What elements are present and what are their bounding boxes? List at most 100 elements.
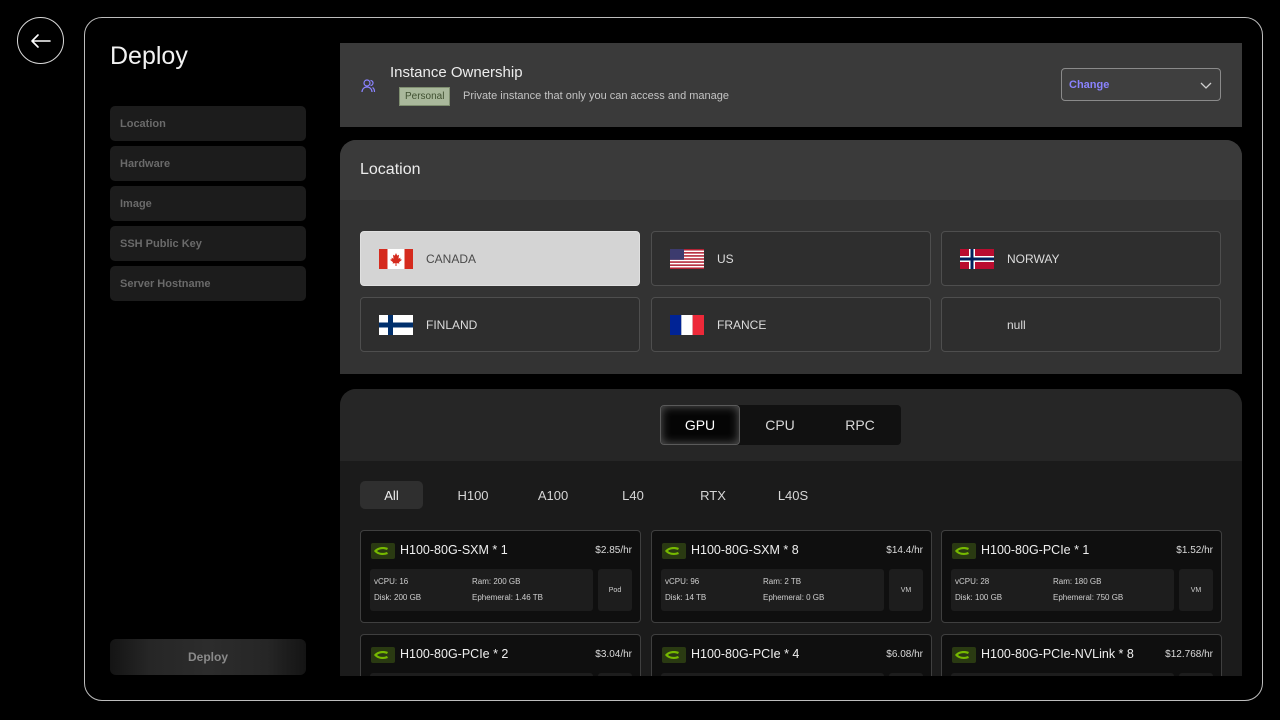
spec-ram: Ram: 200 GB	[472, 577, 521, 586]
hardware-type-bar: GPU CPU RPC	[340, 389, 1242, 461]
gpu-specs	[661, 673, 884, 676]
instance-type-badge	[889, 673, 923, 676]
change-label: Change	[1069, 78, 1110, 91]
gpu-card[interactable]: H100-80G-SXM * 8 $14.4/hr vCPU: 96 Ram: …	[651, 530, 932, 623]
gpu-specs	[370, 673, 593, 676]
gpu-name: H100-80G-PCIe * 4	[691, 647, 800, 661]
users-icon	[361, 79, 376, 93]
gpu-price: $14.4/hr	[886, 545, 923, 556]
tab-cpu[interactable]: CPU	[740, 405, 820, 445]
gpu-specs: vCPU: 16 Ram: 200 GB Disk: 200 GB Epheme…	[370, 569, 593, 611]
gpu-price: $3.04/hr	[595, 649, 632, 660]
sidebar-item-ssh-public-key[interactable]: SSH Public Key	[110, 226, 306, 261]
spec-vcpu: vCPU: 16	[374, 577, 409, 586]
nvidia-icon	[371, 647, 395, 663]
gpu-card[interactable]: H100-80G-PCIe * 4 $6.08/hr	[651, 634, 932, 676]
hardware-type-tabs: GPU CPU RPC	[660, 405, 901, 445]
gpu-price: $2.85/hr	[595, 545, 632, 556]
location-name: FINLAND	[426, 317, 478, 332]
spec-ephemeral: Ephemeral: 0 GB	[763, 593, 825, 602]
spec-disk: Disk: 100 GB	[955, 593, 1003, 602]
location-name: NORWAY	[1007, 251, 1060, 266]
gpu-specs: vCPU: 96 Ram: 2 TB Disk: 14 TB Ephemeral…	[661, 569, 884, 611]
gpu-card[interactable]: H100-80G-PCIe-NVLink * 8 $12.768/hr	[941, 634, 1222, 676]
location-title: Location	[340, 140, 1242, 200]
canada-flag-icon	[379, 249, 413, 269]
instance-type-badge: VM	[889, 569, 923, 611]
location-section: Location CANADA US NORWAY FINLAND FRANCE…	[340, 140, 1242, 374]
nvidia-icon	[952, 647, 976, 663]
location-name: FRANCE	[717, 317, 767, 332]
spec-ram: Ram: 2 TB	[763, 577, 802, 586]
norway-flag-icon	[960, 249, 994, 269]
spec-disk: Disk: 200 GB	[374, 593, 422, 602]
gpu-price: $12.768/hr	[1165, 649, 1213, 660]
instance-ownership-section: Instance Ownership Personal Private inst…	[340, 43, 1242, 127]
personal-badge: Personal	[399, 87, 451, 106]
deploy-panel: Deploy Location Hardware Image SSH Publi…	[84, 17, 1263, 701]
chevron-down-icon	[1200, 82, 1212, 89]
filter-rtx[interactable]: RTX	[673, 481, 753, 509]
spec-ephemeral: Ephemeral: 1.46 TB	[472, 593, 544, 602]
gpu-name: H100-80G-PCIe-NVLink * 8	[981, 647, 1134, 661]
location-option-null[interactable]: null	[941, 297, 1221, 352]
location-name: null	[1007, 317, 1026, 332]
location-name: US	[717, 251, 734, 266]
arrow-left-icon	[30, 33, 51, 48]
nvidia-icon	[952, 543, 976, 559]
sidebar-item-server-hostname[interactable]: Server Hostname	[110, 266, 306, 301]
instance-type-badge	[598, 673, 632, 676]
main-content: Instance Ownership Personal Private inst…	[340, 43, 1242, 676]
gpu-filter-tabs: All H100 A100 L40 RTX L40S	[360, 481, 833, 509]
spec-vcpu: vCPU: 28	[955, 577, 990, 586]
ownership-description: Private instance that only you can acces…	[463, 90, 729, 102]
gpu-name: H100-80G-SXM * 8	[691, 543, 799, 557]
us-flag-icon	[670, 249, 704, 269]
filter-h100[interactable]: H100	[433, 481, 513, 509]
sidebar-item-location[interactable]: Location	[110, 106, 306, 141]
filter-a100[interactable]: A100	[513, 481, 593, 509]
nvidia-icon	[371, 543, 395, 559]
gpu-name: H100-80G-SXM * 1	[400, 543, 508, 557]
sidebar-item-image[interactable]: Image	[110, 186, 306, 221]
spec-vcpu: vCPU: 96	[665, 577, 700, 586]
gpu-name: H100-80G-PCIe * 2	[400, 647, 509, 661]
finland-flag-icon	[379, 315, 413, 335]
instance-type-badge: VM	[1179, 569, 1213, 611]
sidebar-nav: Location Hardware Image SSH Public Key S…	[110, 106, 306, 306]
location-option-us[interactable]: US	[651, 231, 931, 286]
location-option-finland[interactable]: FINLAND	[360, 297, 640, 352]
gpu-specs	[951, 673, 1174, 676]
spec-disk: Disk: 14 TB	[665, 593, 707, 602]
location-option-france[interactable]: FRANCE	[651, 297, 931, 352]
location-option-norway[interactable]: NORWAY	[941, 231, 1221, 286]
nvidia-icon	[662, 543, 686, 559]
ownership-change-select[interactable]: Change	[1061, 68, 1221, 101]
filter-all[interactable]: All	[360, 481, 423, 509]
spec-ram: Ram: 180 GB	[1053, 577, 1102, 586]
hardware-section: GPU CPU RPC All H100 A100 L40 RTX L40S H…	[340, 389, 1242, 676]
filter-l40[interactable]: L40	[593, 481, 673, 509]
gpu-card[interactable]: H100-80G-SXM * 1 $2.85/hr vCPU: 16 Ram: …	[360, 530, 641, 623]
france-flag-icon	[670, 315, 704, 335]
instance-type-badge: Pod	[598, 569, 632, 611]
sidebar-item-hardware[interactable]: Hardware	[110, 146, 306, 181]
location-option-canada[interactable]: CANADA	[360, 231, 640, 286]
instance-type-badge	[1179, 673, 1213, 676]
spec-ephemeral: Ephemeral: 750 GB	[1053, 593, 1124, 602]
gpu-specs: vCPU: 28 Ram: 180 GB Disk: 100 GB Epheme…	[951, 569, 1174, 611]
gpu-price: $1.52/hr	[1176, 545, 1213, 556]
location-name: CANADA	[426, 251, 477, 266]
tab-gpu[interactable]: GPU	[660, 405, 740, 445]
ownership-title: Instance Ownership	[390, 64, 523, 81]
gpu-name: H100-80G-PCIe * 1	[981, 543, 1090, 557]
gpu-card[interactable]: H100-80G-PCIe * 2 $3.04/hr	[360, 634, 641, 676]
back-button[interactable]	[17, 17, 64, 64]
gpu-price: $6.08/hr	[886, 649, 923, 660]
gpu-card[interactable]: H100-80G-PCIe * 1 $1.52/hr vCPU: 28 Ram:…	[941, 530, 1222, 623]
page-title: Deploy	[110, 42, 188, 70]
tab-rpc[interactable]: RPC	[820, 405, 900, 445]
filter-l40s[interactable]: L40S	[753, 481, 833, 509]
deploy-button[interactable]: Deploy	[110, 639, 306, 675]
nvidia-icon	[662, 647, 686, 663]
